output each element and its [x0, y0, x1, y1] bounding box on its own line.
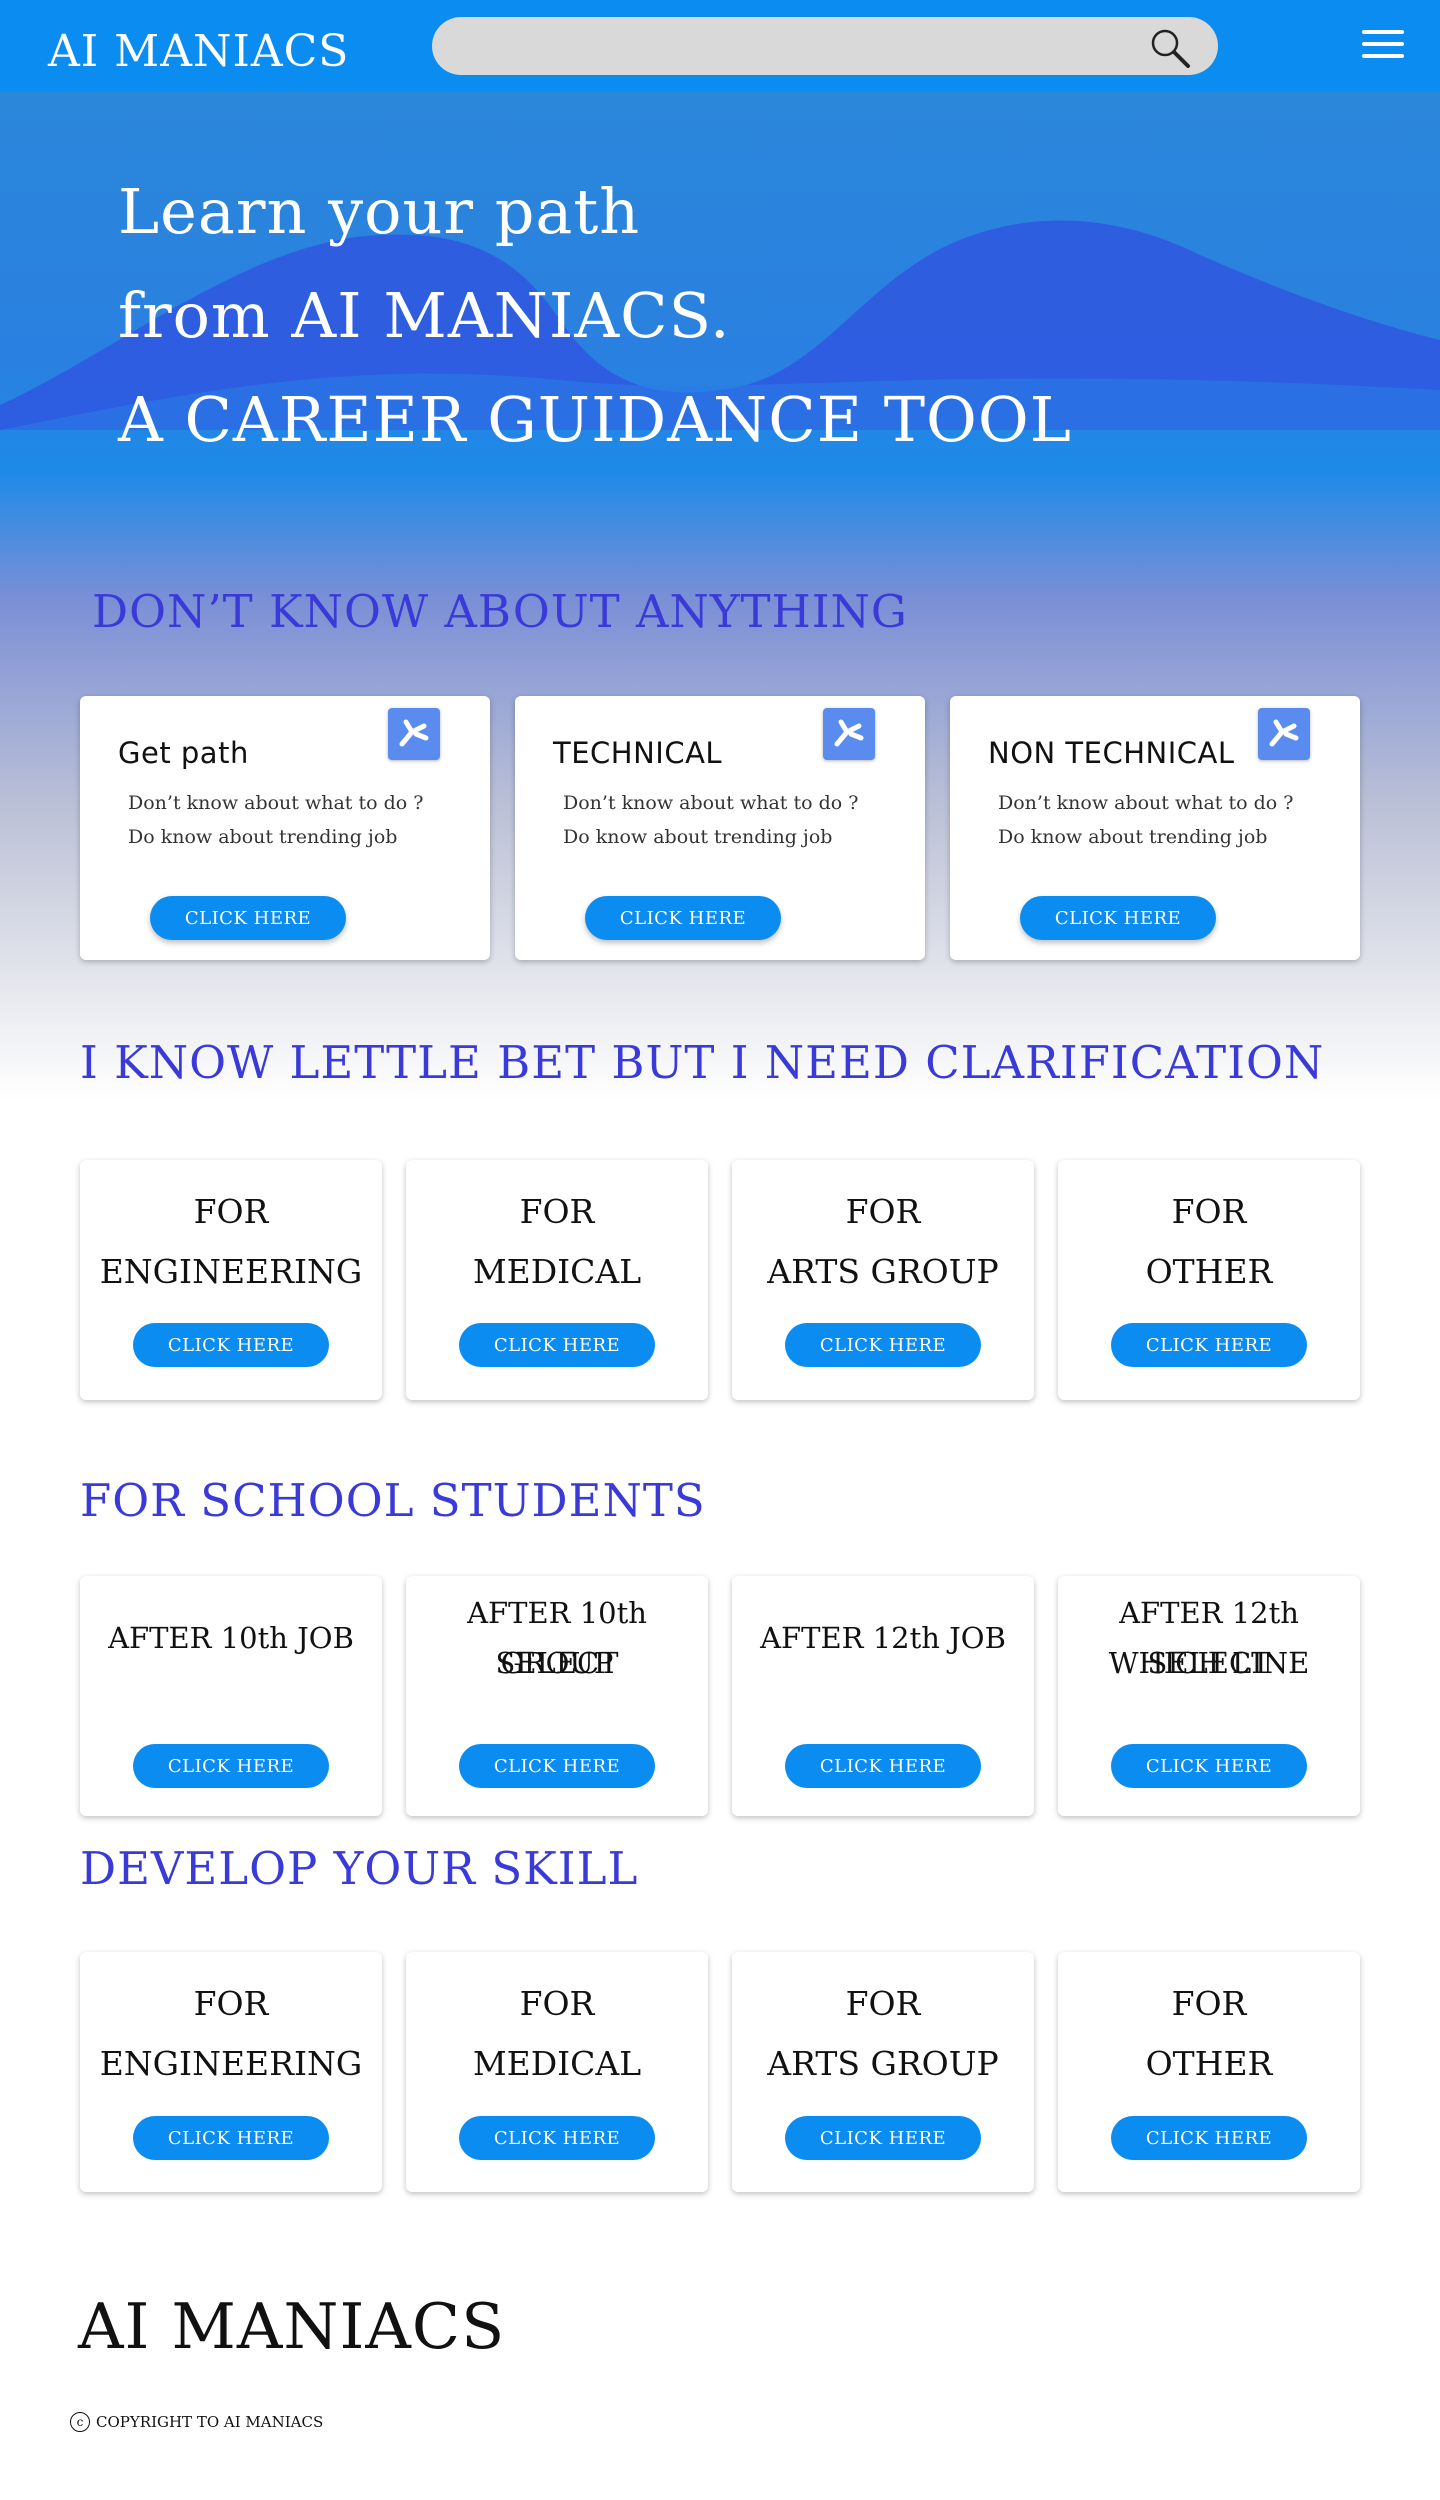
skill-engineering-button[interactable]: CLICK HERE [133, 2116, 329, 2160]
hero-line-1: Learn your path [118, 175, 641, 248]
card-label-line-1: FOR [1171, 1984, 1247, 2023]
path-card-desc-line-1: Don’t know about what to do ? [998, 792, 1294, 814]
skill-card-engineering: FOR ENGINEERING CLICK HERE [80, 1952, 382, 2192]
card-label-line-1: FOR [845, 1984, 921, 2023]
card-label-line-1: FOR [193, 1192, 269, 1231]
card-label-line-2: OTHER [1145, 1252, 1273, 1291]
card-label-line-2: ARTS GROUP [767, 2044, 999, 2083]
card-label-line-2: ARTS GROUP [767, 1252, 999, 1291]
path-card-desc-line-1: Don’t know about what to do ? [563, 792, 859, 814]
hero-section: Learn your path from AI MANIACS. A CAREE… [118, 160, 1072, 472]
non-technical-click-here-button[interactable]: CLICK HERE [1020, 896, 1216, 940]
path-card-non-technical: NON TECHNICAL Don’t know about what to d… [950, 696, 1360, 960]
card-label-line-1: FOR [519, 1984, 595, 2023]
get-path-click-here-button[interactable]: CLICK HERE [150, 896, 346, 940]
card-label-line-2: MEDICAL [472, 2044, 642, 2083]
skill-card-medical: FOR MEDICAL CLICK HERE [406, 1952, 708, 2192]
footer-brand: AI MANIACS [78, 2290, 506, 2363]
path-card-desc-line-2: Do know about trending job [563, 826, 833, 848]
school-card-after-12th-job: AFTER 12th JOB CLICK HERE [732, 1576, 1034, 1816]
after-12th-select-line-button[interactable]: CLICK HERE [1111, 1744, 1307, 1788]
skill-other-button[interactable]: CLICK HERE [1111, 2116, 1307, 2160]
path-badge-icon [1258, 708, 1310, 760]
skill-card-other: FOR OTHER CLICK HERE [1058, 1952, 1360, 2192]
path-badge-icon [388, 708, 440, 760]
card-label-line-1: FOR [845, 1192, 921, 1231]
path-card-title: TECHNICAL [553, 736, 723, 770]
clarification-medical-button[interactable]: CLICK HERE [459, 1323, 655, 1367]
section-heading-school: FOR SCHOOL STUDENTS [80, 1474, 706, 1527]
hero-line-3: A CAREER GUIDANCE TOOL [118, 383, 1072, 456]
path-card-title: NON TECHNICAL [988, 736, 1235, 770]
card-label-line-1: FOR [519, 1192, 595, 1231]
brand-logo-text[interactable]: AI MANIACS [48, 26, 349, 77]
search-bar[interactable] [432, 17, 1218, 77]
hamburger-menu-icon[interactable] [1362, 30, 1404, 64]
path-badge-icon [823, 708, 875, 760]
path-card-title: Get path [118, 736, 249, 770]
path-card-description: Don’t know about what to do ? Do know ab… [563, 786, 858, 854]
clarification-card-medical: FOR MEDICAL CLICK HERE [406, 1160, 708, 1400]
path-card-desc-line-1: Don’t know about what to do ? [128, 792, 424, 814]
school-card-after-10th-select-group: AFTER 10th SELECT GROUP CLICK HERE [406, 1576, 708, 1816]
top-navbar: AI MANIACS [0, 0, 1440, 92]
card-label-line-2: WHICH LINE [1108, 1646, 1310, 1680]
card-label-line-2: GROUP [500, 1646, 614, 1680]
clarification-card-engineering: FOR ENGINEERING CLICK HERE [80, 1160, 382, 1400]
skill-medical-button[interactable]: CLICK HERE [459, 2116, 655, 2160]
path-card-description: Don’t know about what to do ? Do know ab… [998, 786, 1293, 854]
clarification-card-other: FOR OTHER CLICK HERE [1058, 1160, 1360, 1400]
after-10th-job-button[interactable]: CLICK HERE [133, 1744, 329, 1788]
clarification-other-button[interactable]: CLICK HERE [1111, 1323, 1307, 1367]
section-heading-clarification: I KNOW LETTLE BET BUT I NEED CLARIFICATI… [80, 1036, 1325, 1089]
card-label-line-1: FOR [193, 1984, 269, 2023]
school-card-after-12th-select-line: AFTER 12th SELECT WHICH LINE CLICK HERE [1058, 1576, 1360, 1816]
card-label-line-2: OTHER [1145, 2044, 1273, 2083]
card-label-line-2: ENGINEERING [99, 2044, 363, 2083]
clarification-arts-button[interactable]: CLICK HERE [785, 1323, 981, 1367]
card-label-line-1: FOR [1171, 1192, 1247, 1231]
path-card-technical: TECHNICAL Don’t know about what to do ? … [515, 696, 925, 960]
search-input[interactable] [456, 17, 1140, 77]
hero-line-2: from AI MANIACS. [118, 279, 731, 352]
skill-arts-button[interactable]: CLICK HERE [785, 2116, 981, 2160]
school-card-after-10th-job: AFTER 10th JOB CLICK HERE [80, 1576, 382, 1816]
after-10th-select-group-button[interactable]: CLICK HERE [459, 1744, 655, 1788]
card-label-line-1: AFTER 10th JOB [108, 1621, 354, 1655]
footer-copyright: c COPYRIGHT TO AI MANIACS [70, 2412, 323, 2432]
section-heading-skill: DEVELOP YOUR SKILL [80, 1842, 639, 1895]
path-card-desc-line-2: Do know about trending job [998, 826, 1268, 848]
clarification-card-arts: FOR ARTS GROUP CLICK HERE [732, 1160, 1034, 1400]
card-label-line-2: MEDICAL [472, 1252, 642, 1291]
card-label-line-2: ENGINEERING [99, 1252, 363, 1291]
search-icon[interactable] [1148, 26, 1192, 70]
section-heading-dont-know: DON’T KNOW ABOUT ANYTHING [92, 585, 908, 638]
after-12th-job-button[interactable]: CLICK HERE [785, 1744, 981, 1788]
technical-click-here-button[interactable]: CLICK HERE [585, 896, 781, 940]
copyright-icon: c [70, 2412, 90, 2432]
skill-card-arts: FOR ARTS GROUP CLICK HERE [732, 1952, 1034, 2192]
path-card-desc-line-2: Do know about trending job [128, 826, 398, 848]
copyright-text: COPYRIGHT TO AI MANIACS [96, 2413, 324, 2431]
path-card-get-path: Get path Don’t know about what to do ? D… [80, 696, 490, 960]
clarification-engineering-button[interactable]: CLICK HERE [133, 1323, 329, 1367]
path-card-description: Don’t know about what to do ? Do know ab… [128, 786, 423, 854]
card-label-line-1: AFTER 12th JOB [760, 1621, 1006, 1655]
